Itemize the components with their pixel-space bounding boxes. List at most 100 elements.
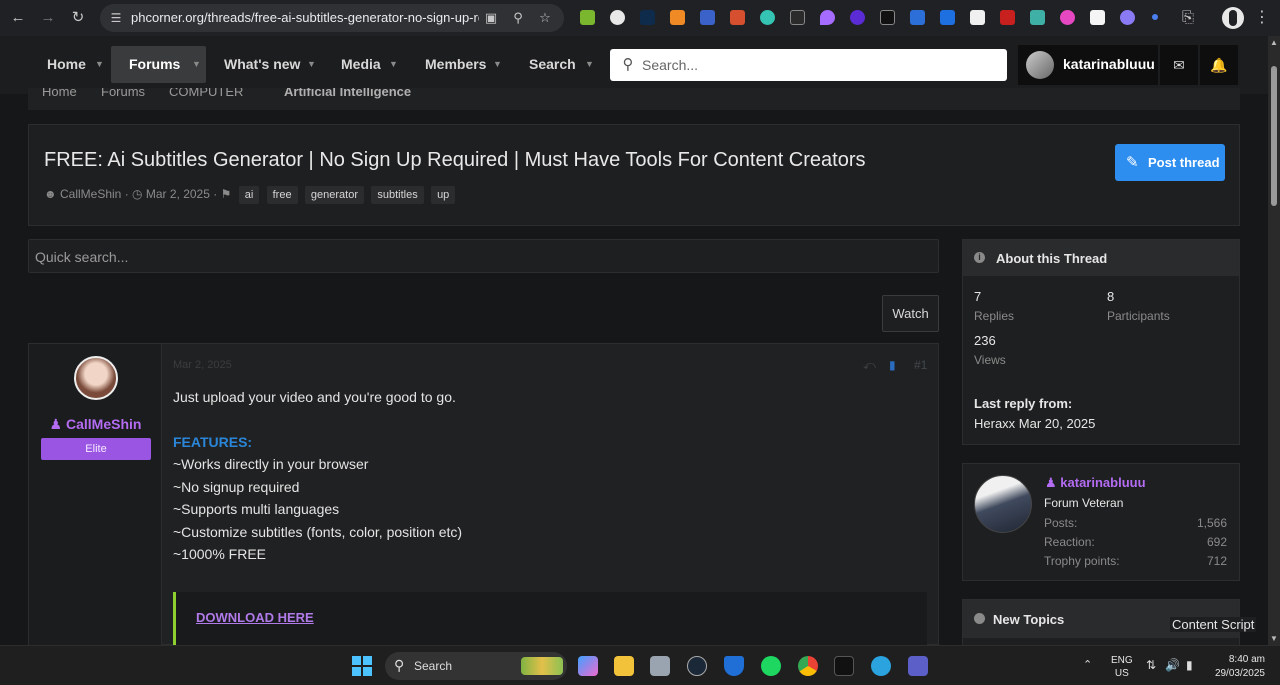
page-scrollbar[interactable]: ▲ ▼ xyxy=(1268,36,1280,645)
chevron-down-icon[interactable]: ▼ xyxy=(585,46,594,83)
teams-icon[interactable] xyxy=(908,656,928,676)
quick-search-input[interactable] xyxy=(35,246,925,268)
member-name[interactable]: ♟ katarinabluuu xyxy=(1045,475,1146,491)
windows-start-icon[interactable] xyxy=(352,656,372,676)
nav-tab-members[interactable]: Members ▼ xyxy=(407,46,507,83)
scroll-up-icon[interactable]: ▲ xyxy=(1270,38,1278,47)
nav-tab-search[interactable]: Search ▼ xyxy=(511,46,601,83)
extension-pink-icon[interactable] xyxy=(1060,10,1075,25)
bell-icon[interactable]: 🔔 xyxy=(1200,45,1238,85)
extension-lang-icon[interactable] xyxy=(940,10,955,25)
extension-teal-icon[interactable] xyxy=(760,10,775,25)
zoom-icon[interactable]: ⚲ xyxy=(510,10,526,26)
battery-icon[interactable]: ▮ xyxy=(1186,658,1193,672)
extension-stack-icon[interactable] xyxy=(1030,10,1045,25)
member-title: Forum Veteran xyxy=(1044,496,1124,510)
extension-terminal-icon[interactable] xyxy=(880,10,895,25)
breadcrumb-item[interactable]: Artificial Intelligence xyxy=(284,88,411,99)
extensions-puzzle-icon[interactable]: ⎘ xyxy=(1178,8,1198,28)
url-text[interactable]: phcorner.org/threads/free-ai-subtitles-g… xyxy=(131,10,479,25)
file-explorer-icon[interactable] xyxy=(614,656,634,676)
quick-search-box[interactable] xyxy=(28,239,939,273)
breadcrumb-item[interactable]: Home xyxy=(42,88,77,99)
extension-grid-icon[interactable] xyxy=(1090,10,1105,25)
thread-date[interactable]: Mar 2, 2025 xyxy=(146,187,210,201)
tiktok-icon[interactable] xyxy=(834,656,854,676)
site-search-input[interactable] xyxy=(642,53,1002,77)
avatar[interactable] xyxy=(974,475,1032,533)
nav-tab-home[interactable]: Home ▼ xyxy=(29,46,109,83)
extension-purple-icon[interactable] xyxy=(850,10,865,25)
defender-icon[interactable] xyxy=(724,656,744,676)
user-menu[interactable]: katarinabluuu xyxy=(1018,45,1158,85)
install-app-icon[interactable]: ▣ xyxy=(483,10,499,26)
spotify-icon[interactable] xyxy=(761,656,781,676)
network-icon[interactable]: ⇅ xyxy=(1146,658,1156,672)
scroll-down-icon[interactable]: ▼ xyxy=(1270,634,1278,643)
extension-chart-icon[interactable] xyxy=(580,10,595,25)
extension-dots-icon[interactable] xyxy=(790,10,805,25)
bookmark-icon[interactable]: ▮ xyxy=(889,358,896,372)
extension-red-icon[interactable] xyxy=(1000,10,1015,25)
avatar[interactable] xyxy=(74,356,118,400)
address-bar[interactable]: ☰ phcorner.org/threads/free-ai-subtitles… xyxy=(100,4,564,32)
back-icon[interactable]: ← xyxy=(8,8,28,28)
chevron-down-icon[interactable]: ▼ xyxy=(192,46,201,83)
extension-dot-icon[interactable] xyxy=(1152,14,1158,20)
clock[interactable]: 8:40 am 29/03/2025 xyxy=(1212,653,1265,681)
tag-free[interactable]: free xyxy=(266,186,298,204)
envelope-icon[interactable]: ✉ xyxy=(1160,45,1198,85)
post-thread-button[interactable]: ✎ Post thread xyxy=(1115,144,1225,181)
extension-k-icon[interactable] xyxy=(640,10,655,25)
extension-bird-icon[interactable] xyxy=(910,10,925,25)
taskbar: ⚲ Search ⌃ ENG US ⇅ 🔊 ▮ 8:40 am 29/03/20… xyxy=(0,645,1280,685)
post-date[interactable]: Mar 2, 2025 xyxy=(173,359,232,371)
camera-icon[interactable] xyxy=(650,656,670,676)
volume-icon[interactable]: 🔊 xyxy=(1165,658,1180,672)
breadcrumb-item[interactable]: COMPUTER xyxy=(169,88,243,99)
reload-icon[interactable]: ↻ xyxy=(68,8,88,28)
chevron-down-icon[interactable]: ▼ xyxy=(389,46,398,83)
extension-pin-icon[interactable] xyxy=(820,10,835,25)
scroll-thumb[interactable] xyxy=(1271,66,1277,206)
nav-tab-whats-new[interactable]: What's new ▼ xyxy=(206,46,319,83)
member-card: ♟ katarinabluuu Forum Veteran Posts: 1,5… xyxy=(962,463,1240,581)
telegram-icon[interactable] xyxy=(871,656,891,676)
tray-overflow-icon[interactable]: ⌃ xyxy=(1083,658,1092,671)
extension-signature-icon[interactable] xyxy=(730,10,745,25)
feature-item: ~Works directly in your browser xyxy=(173,456,369,472)
extension-face-icon[interactable] xyxy=(610,10,625,25)
share-icon[interactable]: ⤺ xyxy=(863,358,876,373)
chevron-down-icon[interactable]: ▼ xyxy=(493,46,502,83)
breadcrumb-item[interactable]: Forums xyxy=(101,88,145,99)
nav-tab-media[interactable]: Media ▼ xyxy=(323,46,403,83)
chrome-icon[interactable] xyxy=(798,656,818,676)
tag-up[interactable]: up xyxy=(431,186,456,204)
extension-arrows-icon[interactable] xyxy=(970,10,985,25)
tag-subtitles[interactable]: subtitles xyxy=(371,186,424,204)
taskbar-search[interactable]: ⚲ Search xyxy=(385,652,567,680)
menu-dots-icon[interactable]: ⋮ xyxy=(1254,8,1270,28)
language-indicator[interactable]: ENG US xyxy=(1111,654,1133,680)
extension-orange-icon[interactable] xyxy=(670,10,685,25)
site-search-box[interactable]: ⚲ xyxy=(610,49,1007,81)
site-info-icon[interactable]: ☰ xyxy=(108,10,124,26)
watch-button[interactable]: Watch xyxy=(882,295,939,332)
download-link[interactable]: DOWNLOAD HERE xyxy=(196,610,314,625)
chevron-down-icon[interactable]: ▼ xyxy=(95,46,104,83)
last-reply-value[interactable]: Heraxx Mar 20, 2025 xyxy=(974,416,1095,431)
chevron-down-icon[interactable]: ▼ xyxy=(307,46,316,83)
steam-icon[interactable] xyxy=(687,656,707,676)
post-number[interactable]: #1 xyxy=(914,358,927,372)
forward-icon[interactable]: → xyxy=(38,8,58,28)
extension-blue-icon[interactable] xyxy=(700,10,715,25)
extension-cloud-icon[interactable] xyxy=(1120,10,1135,25)
post-username[interactable]: ♟ CallMeShin xyxy=(29,416,162,433)
nav-tab-forums[interactable]: Forums ▼ xyxy=(111,46,206,83)
copilot-icon[interactable] xyxy=(578,656,598,676)
bookmark-star-icon[interactable]: ☆ xyxy=(537,10,553,26)
tag-generator[interactable]: generator xyxy=(304,186,365,204)
tag-ai[interactable]: ai xyxy=(238,186,260,204)
profile-icon[interactable] xyxy=(1222,7,1244,29)
thread-author[interactable]: CallMeShin xyxy=(60,187,121,201)
